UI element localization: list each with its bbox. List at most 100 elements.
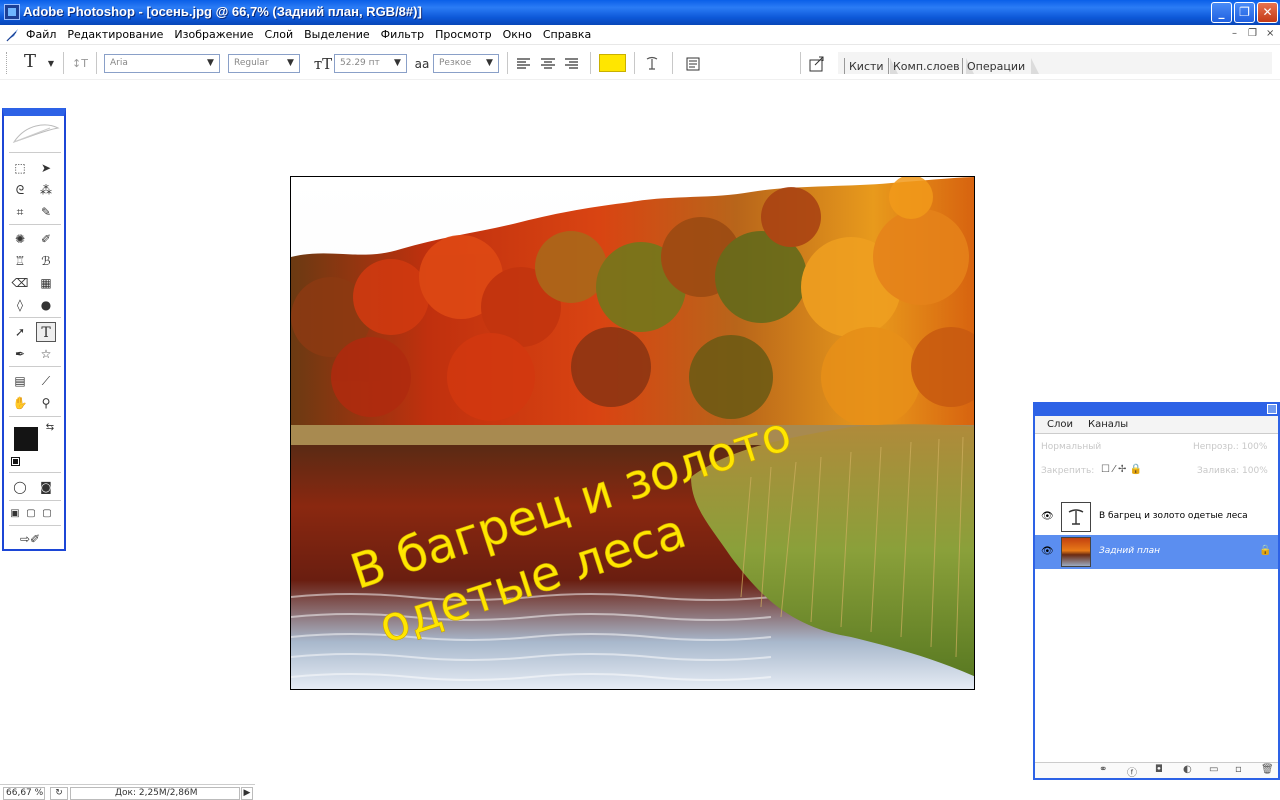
menu-image[interactable]: Изображение — [174, 28, 253, 41]
layer-row-background[interactable]: 👁 Задний план 🔒 — [1035, 535, 1278, 569]
font-size-select[interactable]: 52.29 пт ▼ — [334, 54, 407, 73]
separator — [672, 52, 673, 74]
menu-filter[interactable]: Фильтр — [381, 28, 425, 41]
photoshop-app-icon[interactable] — [4, 4, 20, 20]
layer-row-text[interactable]: 👁 В багрец и золото одетые леса — [1035, 500, 1278, 534]
status-arrow-icon[interactable]: ▶ — [241, 787, 253, 800]
divider — [9, 366, 61, 367]
menu-help[interactable]: Справка — [543, 28, 591, 41]
crop-tool-icon[interactable]: ⌗ — [10, 202, 30, 222]
align-right-icon[interactable] — [562, 54, 582, 74]
warp-text-icon[interactable] — [642, 54, 662, 74]
jump-to-imageready-icon[interactable]: ⇨✐ — [10, 529, 50, 549]
type-tool-preset-icon[interactable]: T — [20, 52, 40, 72]
standard-mode-icon[interactable]: ◯ — [10, 477, 30, 497]
text-color-swatch[interactable] — [599, 54, 626, 72]
doc-close-button[interactable]: × — [1266, 28, 1274, 39]
align-left-icon[interactable] — [514, 54, 534, 74]
custom-shape-tool-icon[interactable]: ☆ — [36, 344, 56, 364]
separator — [634, 52, 635, 74]
zoom-field[interactable]: 66,67 % — [3, 787, 45, 800]
align-center-icon[interactable] — [538, 54, 558, 74]
feather-logo-icon[interactable] — [10, 120, 62, 150]
zoom-tool-icon[interactable]: ⚲ — [36, 393, 56, 413]
feather-menu-icon[interactable] — [4, 27, 20, 43]
panel-collapse-icon[interactable] — [1267, 404, 1277, 414]
text-orientation-icon[interactable]: ↕T — [70, 54, 90, 74]
menu-edit[interactable]: Редактирование — [67, 28, 163, 41]
adjustment-layer-icon[interactable]: ◐ — [1183, 764, 1192, 775]
notes-tool-icon[interactable]: ▤ — [10, 371, 30, 391]
brush-tool-icon[interactable]: ✐ — [36, 229, 56, 249]
full-screen-mode-icon[interactable]: ▢ — [40, 504, 54, 524]
blend-mode-select[interactable]: Нормальный — [1041, 442, 1101, 452]
tab-layers[interactable]: Слои — [1047, 419, 1073, 430]
eraser-tool-icon[interactable]: ⌫ — [10, 273, 30, 293]
quick-mask-mode-icon[interactable]: ◙ — [36, 477, 56, 497]
menu-layer[interactable]: Слой — [265, 28, 294, 41]
lock-icon: 🔒 — [1259, 545, 1272, 556]
doc-size-info: Док: 2,25M/2,86M — [70, 787, 240, 800]
dodge-tool-icon[interactable]: ● — [36, 295, 56, 315]
link-layers-icon[interactable]: ⚭ — [1099, 764, 1107, 775]
full-screen-menu-mode-icon[interactable]: ▢ — [24, 504, 38, 524]
new-group-icon[interactable]: ▭ — [1209, 764, 1218, 775]
well-tab-actions[interactable]: Операции — [962, 58, 1040, 74]
healing-brush-tool-icon[interactable]: ✺ — [10, 229, 30, 249]
well-tab-layer-comps[interactable]: Комп.слоев — [888, 58, 974, 74]
eye-icon[interactable]: 👁 — [1041, 546, 1054, 558]
clone-stamp-tool-icon[interactable]: ♖ — [10, 251, 30, 271]
character-palette-icon[interactable] — [683, 54, 703, 74]
chevron-down-icon: ▼ — [287, 58, 294, 68]
foreground-color-swatch[interactable] — [14, 427, 38, 451]
new-layer-icon[interactable]: ▫ — [1235, 764, 1242, 775]
menu-select[interactable]: Выделение — [304, 28, 370, 41]
minimize-button[interactable]: _ — [1211, 2, 1232, 23]
close-button[interactable]: ✕ — [1257, 2, 1278, 23]
opacity-field[interactable]: Непрозр.: 100% — [1193, 442, 1267, 452]
maximize-button[interactable]: ❐ — [1234, 2, 1255, 23]
standard-screen-mode-icon[interactable]: ▣ — [8, 504, 22, 524]
font-family-select[interactable]: Aria ▼ — [104, 54, 220, 73]
toolbox: ⬚ ➤ ᘓ ⁂ ⌗ ✎ ✺ ✐ ♖ ℬ ⌫ ▦ ◊ ● ➚ T ✒ ☆ ▤ ⟋ … — [2, 108, 66, 551]
font-style-value: Regular — [234, 58, 269, 68]
well-tab-brushes[interactable]: Кисти — [844, 58, 898, 74]
font-style-select[interactable]: Regular ▼ — [228, 54, 300, 73]
type-tool-icon[interactable]: T — [36, 322, 56, 342]
gradient-tool-icon[interactable]: ▦ — [36, 273, 56, 293]
default-colors-icon[interactable] — [11, 457, 20, 466]
file-browser-icon[interactable] — [807, 54, 827, 74]
move-tool-icon[interactable]: ➤ — [36, 158, 56, 178]
menu-view[interactable]: Просмотр — [435, 28, 491, 41]
marquee-tool-icon[interactable]: ⬚ — [10, 158, 30, 178]
blur-tool-icon[interactable]: ◊ — [10, 295, 30, 315]
doc-restore-button[interactable]: ❐ — [1248, 28, 1257, 39]
path-selection-tool-icon[interactable]: ➚ — [10, 322, 30, 342]
hand-tool-icon[interactable]: ✋ — [10, 393, 30, 413]
preset-dropdown-icon[interactable]: ▼ — [41, 54, 61, 74]
layer-mask-icon[interactable]: ◘ — [1155, 764, 1163, 775]
divider — [9, 500, 61, 501]
eyedropper-tool-icon[interactable]: ⟋ — [36, 371, 56, 391]
lasso-tool-icon[interactable]: ᘓ — [10, 180, 30, 200]
menu-window[interactable]: Окно — [503, 28, 532, 41]
antialias-select[interactable]: Резкое ▼ — [433, 54, 499, 73]
slice-tool-icon[interactable]: ✎ — [36, 202, 56, 222]
fill-field[interactable]: Заливка: 100% — [1197, 466, 1268, 476]
delete-layer-icon[interactable]: 🗑 — [1261, 764, 1274, 775]
menu-file[interactable]: Файл — [26, 28, 56, 41]
magic-wand-tool-icon[interactable]: ⁂ — [36, 180, 56, 200]
lock-options-icons[interactable]: ☐ ⁄ ✢ 🔒 — [1101, 464, 1142, 475]
pen-tool-icon[interactable]: ✒ — [10, 344, 30, 364]
tab-channels[interactable]: Каналы — [1088, 419, 1128, 430]
eye-icon[interactable]: 👁 — [1041, 511, 1054, 523]
status-menu-icon[interactable]: ↻ — [50, 787, 68, 800]
lock-label: Закрепить: — [1041, 466, 1095, 476]
separator — [800, 52, 801, 74]
history-brush-tool-icon[interactable]: ℬ — [36, 251, 56, 271]
layer-style-icon[interactable]: ⓕ — [1127, 764, 1137, 779]
doc-minimize-button[interactable]: – — [1232, 28, 1237, 39]
document-canvas[interactable]: В багрец и золото одетые леса — [290, 176, 975, 690]
options-bar-grip[interactable] — [6, 52, 9, 74]
swap-colors-icon[interactable]: ⇆ — [40, 418, 60, 438]
